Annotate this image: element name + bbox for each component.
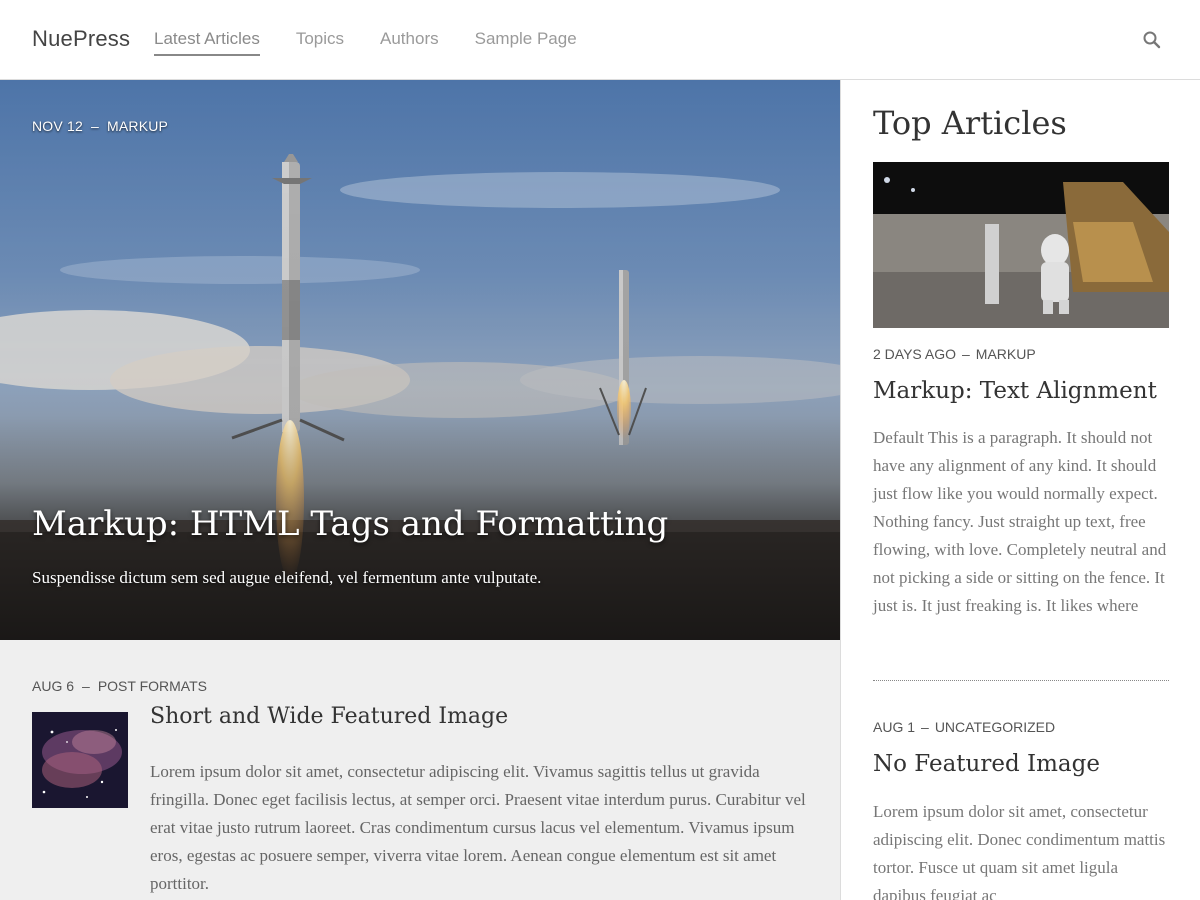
nav-sample-page[interactable]: Sample Page (475, 28, 577, 56)
hero-title[interactable]: Markup: HTML Tags and Formatting (32, 504, 668, 544)
hero-featured-article[interactable]: NOV 12– MARKUP Markup: HTML Tags and Form… (0, 80, 840, 640)
post-meta: AUG 6– POST FORMATS (32, 678, 207, 694)
sidebar-article-meta: AUG 1– UNCATEGORIZED (873, 719, 1055, 735)
post-list: AUG 6– POST FORMATS Short and Wide Featur… (0, 640, 840, 900)
sidebar-top-articles: Top Articles 2 DAYS AGO – MARKUP Markup: T… (840, 80, 1200, 900)
meta-separator: – (921, 719, 929, 735)
sidebar-article-category-link[interactable]: UNCATEGORIZED (935, 719, 1055, 735)
sidebar-article-excerpt: Lorem ipsum dolor sit amet, consectetur … (873, 802, 1166, 900)
post-title[interactable]: Short and Wide Featured Image (150, 704, 508, 729)
site-header: NuePress Latest Articles Topics Authors … (0, 0, 1200, 80)
hero-date: NOV 12 (32, 118, 83, 134)
meta-separator: – (91, 118, 99, 134)
hero-subtitle: Suspendisse dictum sem sed augue eleifen… (32, 568, 542, 587)
sidebar-article-meta: 2 DAYS AGO – MARKUP (873, 346, 1036, 362)
sidebar-divider (873, 680, 1169, 681)
sidebar-article-image[interactable] (873, 162, 1169, 328)
sidebar-article-date: AUG 1 (873, 719, 916, 735)
nav-latest-articles[interactable]: Latest Articles (154, 28, 260, 56)
hero-category-link[interactable]: MARKUP (107, 118, 168, 134)
hero-rocket-image (0, 80, 840, 640)
hero-meta: NOV 12– MARKUP (32, 118, 168, 134)
meta-separator: – (82, 678, 90, 694)
post-thumbnail[interactable] (32, 712, 128, 808)
post-date: AUG 6 (32, 678, 75, 694)
sidebar-article-date: 2 DAYS AGO (873, 346, 956, 362)
sidebar-article-excerpt: Default This is a paragraph. It should n… (873, 428, 1167, 615)
post-category-link[interactable]: POST FORMATS (98, 678, 207, 694)
sidebar-article-title[interactable]: No Featured Image (873, 751, 1100, 777)
sidebar-article-title[interactable]: Markup: Text Alignment (873, 378, 1157, 404)
search-icon[interactable] (1142, 30, 1162, 50)
sidebar-heading: Top Articles (873, 104, 1067, 142)
nav-topics[interactable]: Topics (296, 28, 344, 56)
post-excerpt: Lorem ipsum dolor sit amet, consectetur … (150, 762, 806, 893)
site-logo[interactable]: NuePress (32, 26, 130, 52)
main-nav: Latest Articles Topics Authors Sample Pa… (154, 28, 577, 56)
sidebar-article-category-link[interactable]: MARKUP (976, 346, 1036, 362)
meta-separator: – (962, 346, 970, 362)
nav-authors[interactable]: Authors (380, 28, 439, 56)
